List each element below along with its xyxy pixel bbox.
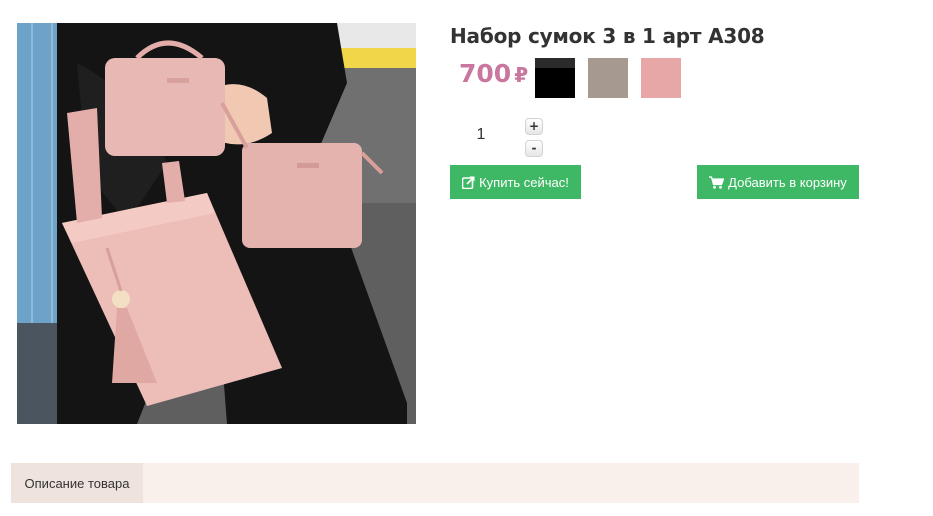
external-link-icon — [462, 175, 475, 189]
shopping-cart-icon — [709, 175, 725, 189]
color-swatch-black[interactable] — [535, 58, 575, 98]
add-to-cart-label: Добавить в корзину — [728, 174, 847, 190]
tab-description[interactable]: Описание товара — [11, 463, 143, 503]
price-value: 700 — [459, 59, 512, 88]
buy-now-label: Купить сейчас! — [479, 174, 569, 190]
color-swatch-pink[interactable] — [641, 58, 681, 98]
color-swatch-taupe[interactable] — [588, 58, 628, 98]
product-page: Набор сумок 3 в 1 арт А308 700 ₽ 1 + - Ку… — [0, 0, 933, 516]
add-to-cart-button[interactable]: Добавить в корзину — [697, 165, 859, 199]
quantity-increase-button[interactable]: + — [525, 118, 543, 135]
product-title: Набор сумок 3 в 1 арт А308 — [450, 24, 765, 48]
product-tabs: Описание товара — [11, 463, 859, 503]
product-image[interactable] — [17, 23, 416, 424]
quantity-value[interactable]: 1 — [471, 126, 491, 144]
price-currency: ₽ — [514, 63, 529, 87]
buy-now-button[interactable]: Купить сейчас! — [450, 165, 581, 199]
product-price: 700 ₽ — [459, 59, 528, 88]
quantity-decrease-button[interactable]: - — [525, 140, 543, 157]
